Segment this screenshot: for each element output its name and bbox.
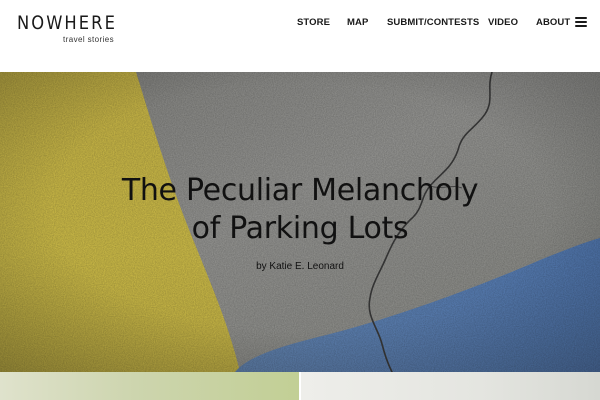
logo-tagline: travel stories [63, 35, 114, 44]
nav-item-store[interactable]: STORE [297, 16, 330, 30]
nav-item-about[interactable]: ABOUT [536, 16, 570, 30]
title-line-1: The Peculiar Melancholy [121, 173, 479, 208]
nav-item-submit-contests[interactable]: SUBMIT/CONTESTS [387, 16, 479, 30]
story-tile-left[interactable] [0, 372, 299, 400]
site-header: NOWHERE travel stories STORE MAP SUBMIT/… [0, 0, 600, 72]
menu-bar [575, 21, 587, 23]
menu-bar [575, 25, 587, 27]
article-title[interactable]: The Peculiar Melancholy of Parking Lots [60, 172, 540, 248]
menu-bar [575, 17, 587, 19]
hamburger-menu-icon[interactable] [575, 17, 587, 28]
title-line-2: of Parking Lots [191, 211, 409, 246]
hero-feature[interactable]: The Peculiar Melancholy of Parking Lots … [0, 72, 600, 372]
nav-item-map[interactable]: MAP [347, 16, 368, 30]
story-tile-right[interactable] [301, 372, 600, 400]
logo-name: NOWHERE [17, 12, 117, 34]
site-logo[interactable]: NOWHERE travel stories [16, 12, 118, 46]
article-byline: by Katie E. Leonard [256, 261, 344, 272]
nav-item-video[interactable]: VIDEO [488, 16, 518, 30]
